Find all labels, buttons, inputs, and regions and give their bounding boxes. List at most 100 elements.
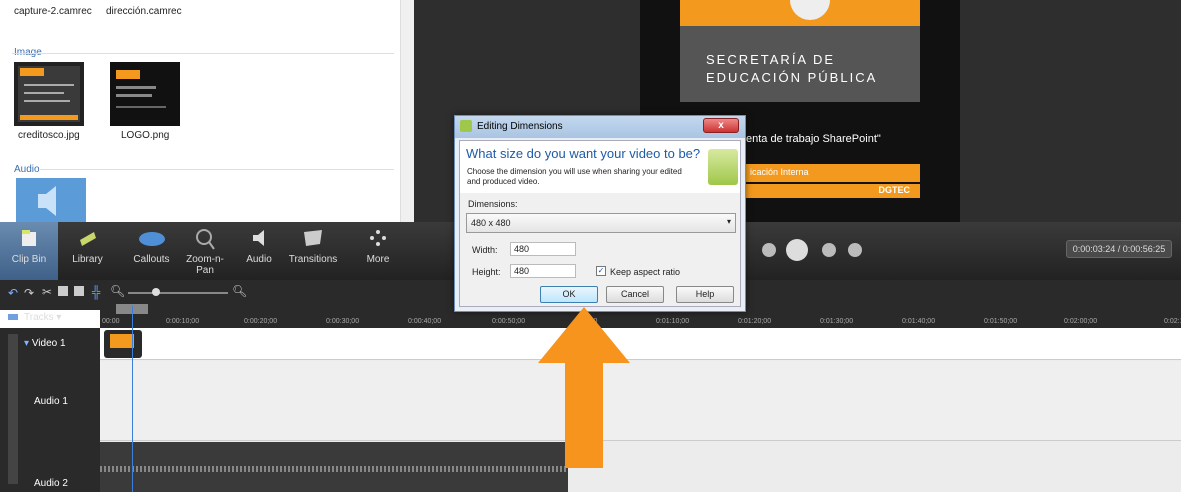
help-button[interactable]: Help — [676, 286, 734, 303]
ruler-tick-label: 0:00:40;00 — [408, 318, 442, 325]
ruler-tick-label: 0:00:30;00 — [326, 318, 360, 325]
file-capture-2[interactable]: capture-2.camrec — [14, 6, 92, 17]
zoom-in-icon[interactable]: 🔍︎ — [232, 284, 247, 298]
logo-label: LOGO.png — [121, 130, 170, 141]
dimensions-value: 480 x 480 — [471, 218, 511, 228]
slide-title-line2: EDUCACIÓN PÚBLICA — [706, 70, 878, 85]
undo-icon[interactable]: ↶ — [8, 286, 18, 300]
playhead-line — [132, 306, 133, 492]
timeline-tracks — [100, 328, 1181, 492]
speaker-icon — [38, 186, 56, 216]
slide-caption: enta de trabajo SharePoint" — [746, 133, 881, 145]
slide-header: SECRETARÍA DE EDUCACIÓN PÚBLICA — [680, 0, 920, 102]
dialog-description: Choose the dimension you will use when s… — [467, 167, 682, 186]
ruler-tick-label: 00:00 — [102, 318, 120, 325]
paste-icon[interactable] — [74, 286, 84, 296]
track-audio-2[interactable]: Audio 2 — [34, 478, 68, 489]
magnifier-icon — [195, 228, 215, 253]
track-audio-1[interactable]: Audio 1 — [34, 396, 68, 407]
video-track-lane[interactable] — [100, 328, 1181, 360]
width-field[interactable]: 480 — [510, 242, 576, 256]
tracks-menu[interactable]: Tracks ▾ — [8, 312, 61, 323]
callouts-icon — [138, 228, 166, 251]
cut-icon[interactable]: ✂ — [42, 285, 52, 299]
ruler-tick-label: 0:02:00;00 — [1064, 318, 1098, 325]
close-button[interactable]: x — [703, 118, 739, 133]
audio-section-label: Audio — [14, 164, 40, 175]
clip-bin-label: Clip Bin — [11, 254, 47, 265]
play-button[interactable] — [786, 239, 808, 261]
video-clip[interactable] — [104, 330, 142, 358]
audio-1-lane[interactable] — [100, 361, 1181, 441]
width-label: Width: — [472, 245, 498, 255]
slide-badge: DGTEC — [878, 185, 911, 195]
transitions-icon — [302, 228, 324, 251]
zoom-n-pan-label: Zoom-n-Pan — [186, 254, 224, 276]
transitions-button[interactable]: Transitions — [284, 222, 342, 280]
callouts-button[interactable]: Callouts — [124, 222, 179, 280]
ruler-tick-label: 0:01:50;00 — [984, 318, 1018, 325]
copy-icon[interactable] — [58, 286, 68, 296]
clip-bin-button[interactable]: Clip Bin — [0, 222, 58, 280]
transitions-label: Transitions — [288, 254, 338, 265]
more-icon — [368, 228, 388, 251]
file-direccion[interactable]: dirección.camrec — [106, 6, 182, 17]
dialog-body: What size do you want your video to be? … — [459, 140, 741, 307]
clip-bin-scrollbar[interactable] — [400, 0, 414, 222]
rewind-button[interactable] — [762, 243, 776, 257]
slide-title-line1: SECRETARÍA DE — [706, 52, 836, 67]
track-headers: ▾ Video 1 Audio 1 Audio 2 — [0, 328, 100, 492]
library-icon — [78, 228, 98, 251]
split-icon[interactable]: ╬ — [92, 285, 101, 299]
fast-forward-button[interactable] — [822, 243, 836, 257]
more-label: More — [366, 254, 390, 265]
audio-label: Audio — [246, 254, 272, 265]
dialog-question: What size do you want your video to be? — [466, 146, 701, 161]
section-divider — [40, 169, 394, 170]
ruler-tick-label: 0:01:40;00 — [902, 318, 936, 325]
next-button[interactable] — [848, 243, 862, 257]
track-expand-bar[interactable] — [8, 334, 18, 484]
library-label: Library — [72, 254, 103, 265]
tracks-icon — [8, 314, 18, 320]
audio-2-clip[interactable] — [100, 442, 568, 492]
track-video-1[interactable]: ▾ Video 1 — [24, 338, 66, 349]
dimensions-select[interactable]: 480 x 480 ▾ — [466, 213, 736, 233]
ruler-tick-label: 0:00:50;00 — [492, 318, 526, 325]
logo-thumbnail[interactable] — [110, 62, 180, 126]
height-label: Height: — [472, 267, 501, 277]
chevron-down-icon: ▾ — [726, 217, 731, 226]
zoom-out-icon[interactable]: 🔍︎ — [110, 284, 125, 298]
ruler-tick-label: 0:00:20;00 — [244, 318, 278, 325]
dialog-titlebar[interactable]: Editing Dimensions x — [455, 116, 745, 138]
slide-footer-bar2: DGTEC — [746, 184, 920, 198]
library-button[interactable]: Library — [60, 222, 115, 280]
timecode-display: 0:00:03:24 / 0:00:56:25 — [1066, 240, 1172, 258]
keep-aspect-checkbox[interactable]: ✓ — [596, 266, 606, 276]
ruler-tick-label: 0:00:10;00 — [166, 318, 200, 325]
creditosco-label: creditosco.jpg — [18, 130, 80, 141]
clip-bin-panel: capture-2.camrec dirección.camrec Image … — [0, 0, 400, 222]
zoom-slider-thumb[interactable] — [152, 288, 160, 296]
ok-button[interactable]: OK — [540, 286, 598, 303]
audio-button[interactable]: Audio — [236, 222, 282, 280]
redo-icon[interactable]: ↷ — [24, 286, 34, 300]
speaker-icon — [249, 228, 269, 251]
more-button[interactable]: More — [350, 222, 406, 280]
ruler-tick-label: 0:01:20;00 — [738, 318, 772, 325]
height-field[interactable]: 480 — [510, 264, 576, 278]
ruler-tick-label: 0:02:1 — [1164, 318, 1181, 325]
track-video-1-label: Video 1 — [31, 338, 66, 349]
clip-bin-icon — [19, 228, 39, 251]
callouts-label: Callouts — [133, 254, 170, 265]
app-icon — [460, 120, 472, 132]
zoom-n-pan-button[interactable]: Zoom-n-Pan — [180, 222, 230, 280]
keep-aspect-label: Keep aspect ratio — [610, 267, 681, 277]
dimensions-label: Dimensions: — [468, 199, 518, 209]
zoom-slider[interactable] — [128, 292, 228, 294]
dialog-title: Editing Dimensions — [477, 121, 563, 132]
audio-thumbnail[interactable] — [16, 178, 86, 222]
cancel-button[interactable]: Cancel — [606, 286, 664, 303]
slide-footer-text: icación Interna — [750, 167, 809, 177]
creditosco-thumbnail[interactable] — [14, 62, 84, 126]
